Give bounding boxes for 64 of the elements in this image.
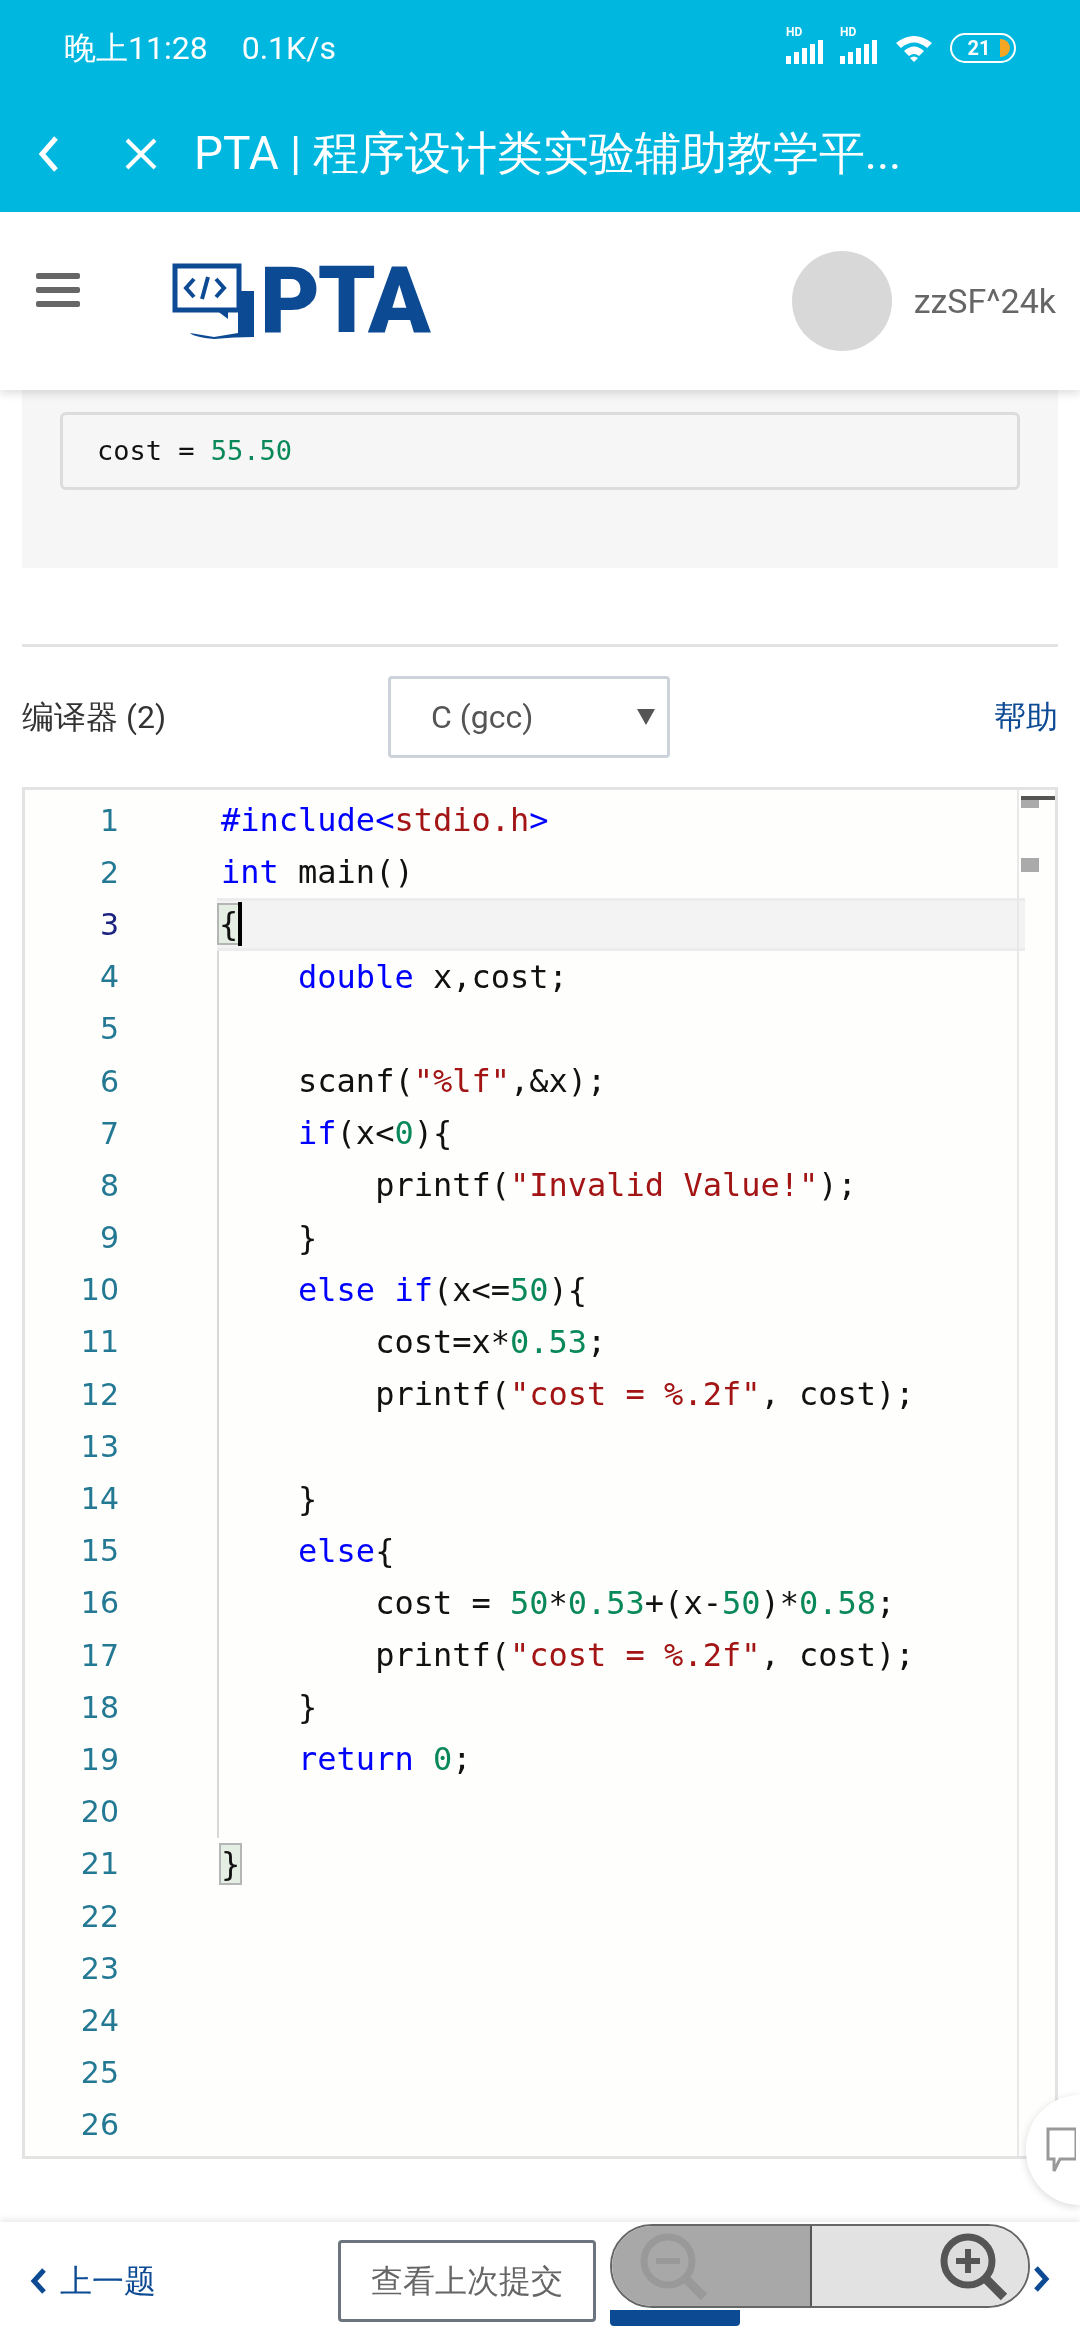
code-line: int main() (221, 852, 414, 894)
code-line: scanf("%lf",&x); (297, 1061, 607, 1103)
line-number: 1 (99, 801, 119, 840)
chevron-right-icon[interactable] (1034, 2266, 1050, 2292)
code-line: cost=x*0.53; (374, 1321, 607, 1363)
logo-text: PTA (260, 255, 429, 347)
network-speed: 0.1K/s (241, 27, 336, 69)
close-icon[interactable] (124, 136, 158, 171)
code-line: } (297, 1217, 318, 1259)
code-line: return 0; (297, 1739, 472, 1781)
line-number: 13 (80, 1427, 119, 1466)
line-number: 20 (80, 1793, 119, 1832)
help-link[interactable]: 帮助 (994, 693, 1058, 741)
line-number: 26 (80, 2106, 119, 2145)
code-line: printf("Invalid Value!"); (374, 1165, 857, 1207)
line-number: 15 (80, 1532, 119, 1571)
line-number: 25 (80, 2054, 119, 2093)
compiler-label: 编译器 (2) (22, 697, 167, 738)
last-submission-button[interactable]: 查看上次提交 (338, 2240, 596, 2322)
code-line: printf("cost = %.2f", cost); (374, 1635, 915, 1677)
feedback-button[interactable] (1026, 2095, 1080, 2205)
line-number: 5 (99, 1010, 119, 1049)
code-line: double x,cost; (297, 956, 568, 998)
status-time: 晚上11:28 (64, 27, 208, 69)
line-number: 8 (99, 1166, 119, 1205)
line-number: 22 (80, 1897, 119, 1936)
dropdown-icon (637, 709, 655, 725)
line-number: 14 (80, 1480, 119, 1519)
line-number: 3 (99, 905, 119, 944)
line-number: 21 (80, 1845, 119, 1884)
line-number: 16 (80, 1584, 119, 1623)
username[interactable]: zzSF^24k (913, 275, 1056, 327)
line-number: 9 (99, 1219, 119, 1258)
zoom-control[interactable] (610, 2224, 1030, 2308)
chevron-left-icon (30, 2268, 46, 2294)
text-cursor (238, 902, 243, 947)
compiler-select[interactable]: C (gcc) (388, 676, 670, 758)
code-line: else{ (297, 1530, 395, 1572)
code-line: } (297, 1478, 318, 1520)
code-line: #include<stdio.h> (221, 800, 549, 842)
code-editor[interactable] (22, 787, 1058, 2159)
line-number: 24 (80, 2001, 119, 2040)
line-number: 7 (99, 1114, 119, 1153)
menu-icon[interactable] (36, 271, 80, 309)
line-number: 2 (99, 853, 119, 892)
sample-output: cost = 55.50 (60, 412, 1020, 490)
code-line: cost = 50*0.53+(x-50)*0.58; (374, 1582, 896, 1624)
line-number: 19 (80, 1740, 119, 1779)
code-line: } (297, 1687, 318, 1729)
line-number: 6 (99, 1062, 119, 1101)
code-line: if(x<0){ (297, 1113, 453, 1155)
line-number: 11 (80, 1323, 119, 1362)
battery-icon: 21 (950, 32, 1016, 63)
previous-link[interactable]: 上一题 (30, 2257, 156, 2305)
line-number: 4 (99, 958, 119, 997)
line-number: 18 (80, 1688, 119, 1727)
page-title: PTA | 程序设计类实验辅助教学平... (194, 125, 902, 182)
code-line: else if(x<=50){ (297, 1269, 588, 1311)
line-number: 10 (80, 1271, 119, 1310)
line-number: 23 (80, 1949, 119, 1988)
logo-icon (172, 263, 256, 339)
line-number: 17 (80, 1636, 119, 1675)
code-line: printf("cost = %.2f", cost); (374, 1374, 915, 1416)
line-number: 12 (80, 1375, 119, 1414)
